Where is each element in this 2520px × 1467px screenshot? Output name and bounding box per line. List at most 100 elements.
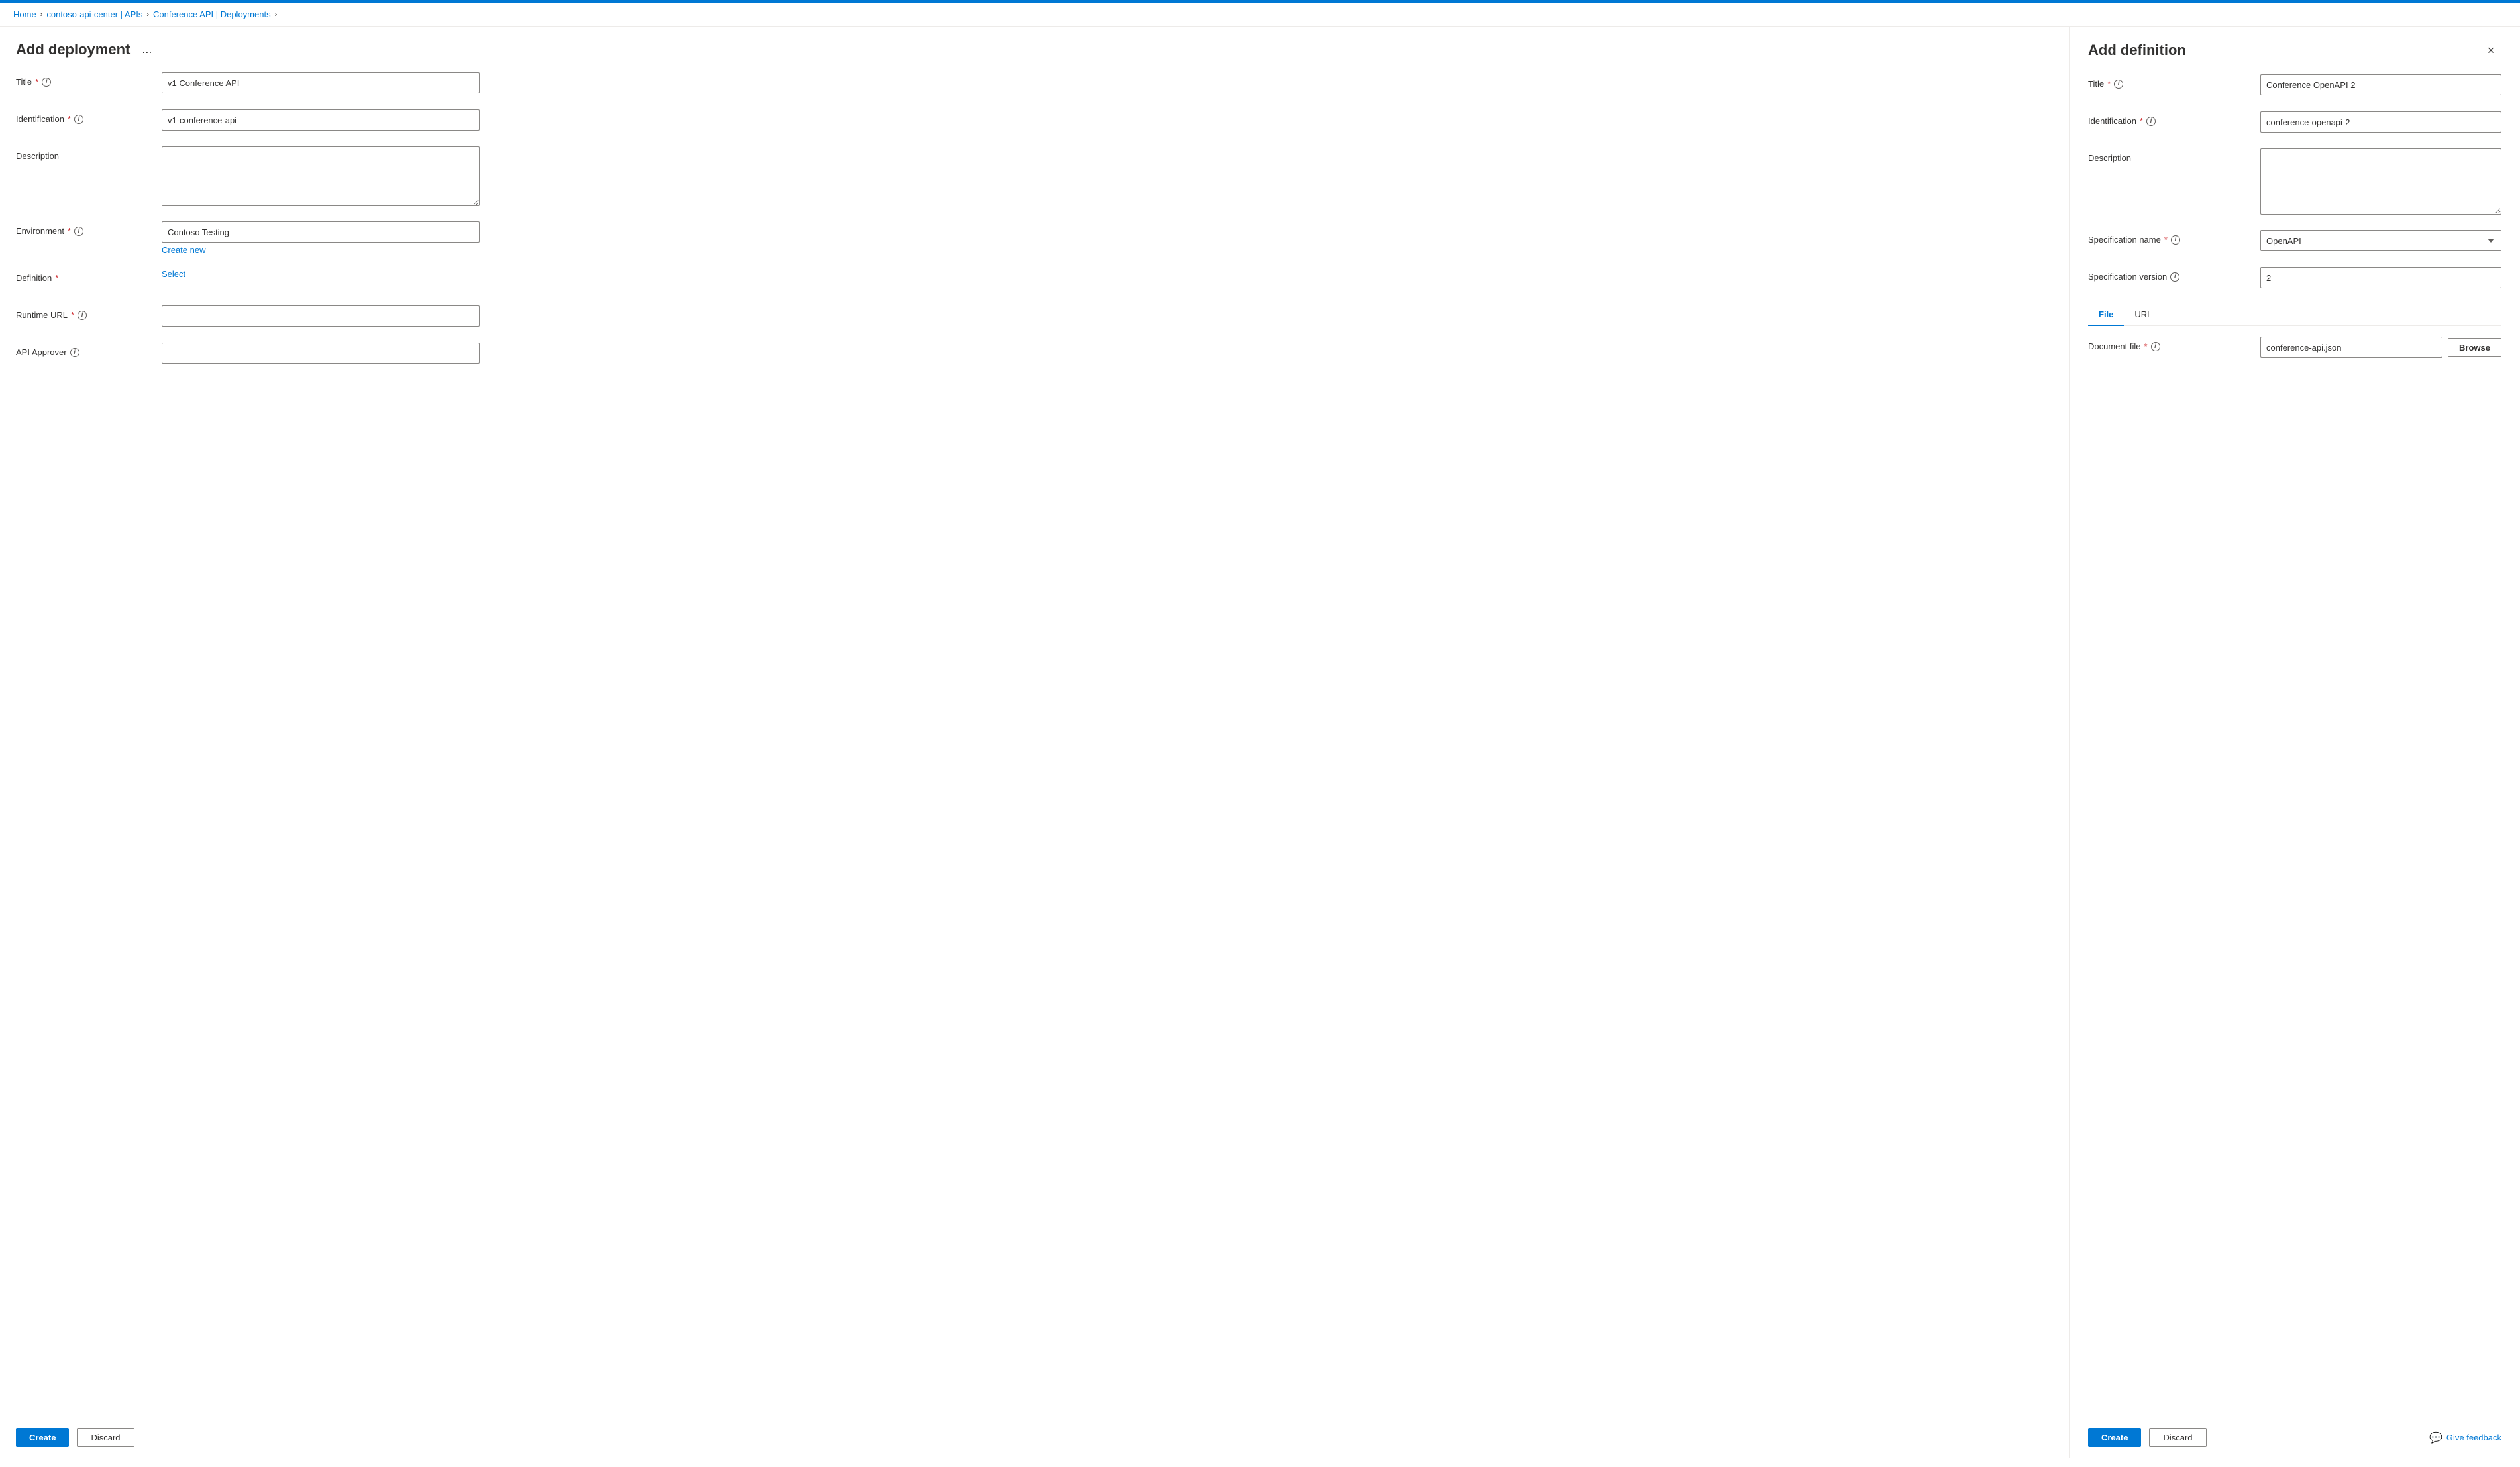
feedback-icon: 💬: [2429, 1431, 2442, 1444]
right-identification-label: Identification * i: [2088, 111, 2260, 126]
right-form-body: Title * i Identification * i: [2070, 68, 2520, 1417]
runtime-url-row: Runtime URL * i: [16, 305, 2053, 329]
runtime-url-info-icon: i: [78, 311, 87, 320]
chevron-icon-3: ›: [275, 11, 278, 19]
api-approver-info-icon: i: [70, 348, 79, 357]
environment-info-icon: i: [74, 227, 83, 236]
left-discard-button[interactable]: Discard: [77, 1428, 134, 1447]
title-row: Title * i: [16, 72, 2053, 96]
chevron-icon-1: ›: [40, 11, 43, 19]
environment-control: Create new: [162, 221, 2053, 255]
runtime-url-input[interactable]: [162, 305, 480, 327]
title-label: Title * i: [16, 72, 162, 87]
title-required: *: [35, 77, 38, 87]
environment-required: *: [68, 226, 71, 236]
definition-select-link[interactable]: Select: [162, 269, 185, 279]
title-input[interactable]: [162, 72, 480, 93]
right-panel-footer: Create Discard 💬 Give feedback: [2070, 1417, 2520, 1458]
api-approver-input[interactable]: [162, 343, 480, 364]
api-approver-label: API Approver i: [16, 343, 162, 357]
left-panel: Add deployment ... Title * i Identificat…: [0, 27, 2070, 1458]
title-control: [162, 72, 2053, 93]
left-form-body: Title * i Identification * i: [0, 66, 2069, 1417]
main-layout: Add deployment ... Title * i Identificat…: [0, 27, 2520, 1458]
right-identification-required: *: [2140, 116, 2143, 126]
right-identification-input[interactable]: [2260, 111, 2501, 133]
runtime-url-label: Runtime URL * i: [16, 305, 162, 320]
right-title-control: [2260, 74, 2501, 95]
spec-version-control: [2260, 267, 2501, 288]
right-description-label: Description: [2088, 148, 2260, 163]
document-file-label: Document file * i: [2088, 337, 2260, 351]
left-panel-header: Add deployment ...: [0, 27, 2069, 66]
create-new-link[interactable]: Create new: [162, 245, 2053, 255]
spec-version-row: Specification version i: [2088, 267, 2501, 291]
left-panel-title: Add deployment: [16, 41, 130, 58]
spec-version-label: Specification version i: [2088, 267, 2260, 282]
runtime-url-control: [162, 305, 2053, 327]
spec-name-required: *: [2164, 235, 2168, 244]
document-file-required: *: [2144, 341, 2147, 351]
identification-input[interactable]: [162, 109, 480, 131]
tab-file[interactable]: File: [2088, 304, 2124, 326]
spec-version-input[interactable]: [2260, 267, 2501, 288]
description-textarea[interactable]: [162, 146, 480, 206]
spec-name-control: OpenAPI AsyncAPI WSDL WADL GraphQL gRPC …: [2260, 230, 2501, 251]
breadcrumb-api-center[interactable]: contoso-api-center | APIs: [46, 9, 142, 19]
ellipsis-button[interactable]: ...: [136, 40, 157, 59]
right-identification-info-icon: i: [2146, 117, 2156, 126]
left-panel-footer: Create Discard: [0, 1417, 2069, 1458]
identification-label: Identification * i: [16, 109, 162, 124]
spec-name-label: Specification name * i: [2088, 230, 2260, 244]
title-info-icon: i: [42, 78, 51, 87]
identification-control: [162, 109, 2053, 131]
right-identification-control: [2260, 111, 2501, 133]
right-title-input[interactable]: [2260, 74, 2501, 95]
right-discard-button[interactable]: Discard: [2149, 1428, 2206, 1447]
right-footer-buttons: Create Discard: [2088, 1428, 2207, 1447]
browse-button[interactable]: Browse: [2448, 338, 2501, 357]
definition-required: *: [55, 273, 58, 283]
spec-name-select[interactable]: OpenAPI AsyncAPI WSDL WADL GraphQL gRPC …: [2260, 230, 2501, 251]
breadcrumb-home[interactable]: Home: [13, 9, 36, 19]
chevron-icon-2: ›: [146, 11, 149, 19]
environment-label: Environment * i: [16, 221, 162, 236]
right-description-textarea[interactable]: [2260, 148, 2501, 215]
document-file-row: Document file * i Browse: [2088, 337, 2501, 360]
environment-row: Environment * i Create new: [16, 221, 2053, 255]
right-title-required: *: [2107, 79, 2111, 89]
right-description-control: [2260, 148, 2501, 217]
identification-info-icon: i: [74, 115, 83, 124]
right-title-row: Title * i: [2088, 74, 2501, 98]
api-approver-control: [162, 343, 2053, 364]
api-approver-row: API Approver i: [16, 343, 2053, 366]
description-row: Description: [16, 146, 2053, 208]
spec-version-info-icon: i: [2170, 272, 2179, 282]
document-file-control: Browse: [2260, 337, 2501, 358]
document-file-input[interactable]: [2260, 337, 2442, 358]
right-description-row: Description: [2088, 148, 2501, 217]
right-title-info-icon: i: [2114, 80, 2123, 89]
breadcrumb: Home › contoso-api-center | APIs › Confe…: [0, 3, 2520, 27]
tab-url[interactable]: URL: [2124, 304, 2162, 326]
left-create-button[interactable]: Create: [16, 1428, 69, 1447]
spec-name-info-icon: i: [2171, 235, 2180, 244]
identification-required: *: [68, 114, 71, 124]
definition-label: Definition *: [16, 268, 162, 283]
right-panel-title: Add definition: [2088, 42, 2186, 59]
description-label: Description: [16, 146, 162, 161]
give-feedback-link[interactable]: 💬 Give feedback: [2429, 1431, 2501, 1444]
file-url-tabs: File URL: [2088, 304, 2501, 326]
close-button[interactable]: ×: [2480, 40, 2501, 61]
document-file-info-icon: i: [2151, 342, 2160, 351]
runtime-url-required: *: [71, 310, 74, 320]
right-identification-row: Identification * i: [2088, 111, 2501, 135]
right-panel: Add definition × Title * i Identificatio…: [2070, 27, 2520, 1458]
definition-row: Definition * Select: [16, 268, 2053, 292]
spec-name-row: Specification name * i OpenAPI AsyncAPI …: [2088, 230, 2501, 254]
description-control: [162, 146, 2053, 208]
right-create-button[interactable]: Create: [2088, 1428, 2141, 1447]
breadcrumb-deployments[interactable]: Conference API | Deployments: [153, 9, 271, 19]
environment-input[interactable]: [162, 221, 480, 243]
right-title-label: Title * i: [2088, 74, 2260, 89]
